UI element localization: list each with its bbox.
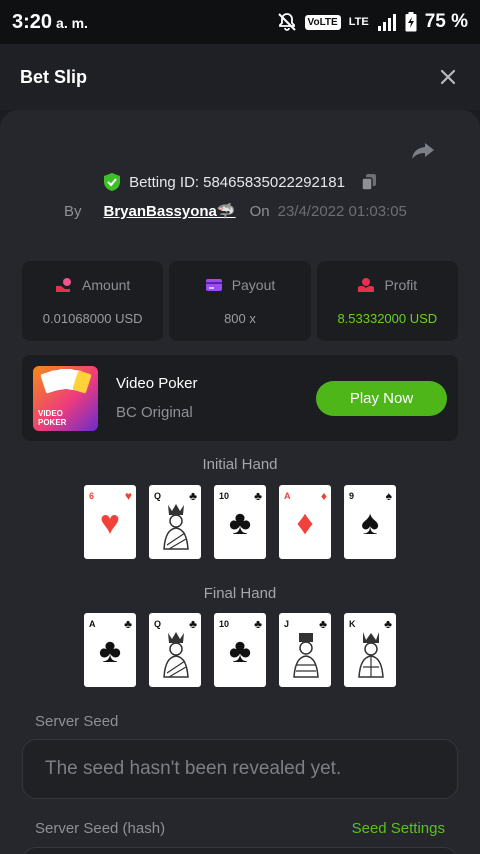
initial-card-1: 6 ♥ ♥ (84, 485, 136, 559)
svg-text:VIDEO: VIDEO (38, 409, 63, 418)
close-button[interactable] (436, 65, 460, 89)
play-now-button[interactable]: Play Now (316, 381, 447, 416)
username-link[interactable]: BryanBassyona🦈 (104, 202, 236, 220)
status-icons: VoLTE LTE 75 % (277, 11, 468, 33)
final-card-1: A ♣ ♣ (84, 613, 136, 687)
mute-notification-icon (277, 12, 297, 32)
server-seed-hash-field[interactable] (22, 847, 458, 854)
initial-card-2: Q ♣ (149, 485, 201, 559)
betting-id-value: 58465835022292181 (203, 173, 345, 191)
club-icon: ♣ (228, 504, 252, 542)
server-seed-field[interactable]: The seed hasn't been revealed yet. (22, 739, 458, 799)
initial-card-5: 9 ♠ ♠ (344, 485, 396, 559)
king-face-icon (358, 632, 384, 678)
server-seed-label: Server Seed (35, 713, 119, 730)
status-bar: 3:20 a. m. VoLTE LTE 75 % (0, 0, 480, 44)
share-button[interactable] (410, 138, 436, 164)
stat-profit-value: 8.53332000 USD (337, 311, 438, 326)
final-hand-label: Final Hand (203, 585, 277, 602)
share-icon (412, 143, 434, 159)
server-seed-hash-label: Server Seed (hash) (35, 820, 166, 837)
stat-amount-label: Amount (82, 277, 131, 293)
by-label: By (64, 202, 82, 220)
betting-id-label: Betting ID: (129, 173, 200, 191)
stat-amount: Amount 0.01068000 USD (22, 261, 164, 341)
initial-card-4: A ♦ ♦ (279, 485, 331, 559)
club-icon: ♣ (228, 632, 252, 670)
diamond-icon: ♦ (296, 504, 314, 542)
svg-text:POKER: POKER (38, 418, 67, 427)
stat-amount-value: 0.01068000 USD (42, 311, 143, 326)
final-card-4: J ♣ (279, 613, 331, 687)
betting-id-row: Betting ID: 58465835022292181 (0, 172, 480, 192)
wallet-card-icon (205, 279, 222, 291)
stat-profit-label: Profit (384, 277, 418, 293)
queen-face-icon (163, 504, 189, 550)
stat-payout-value: 800 x (224, 311, 256, 326)
battery-charging-icon (405, 12, 417, 32)
bet-date: 23/4/2022 01:03:05 (277, 202, 407, 220)
lte-icon: LTE (348, 16, 369, 28)
initial-hand: 6 ♥ ♥ Q ♣ 10 ♣ ♣ A ♦ ♦ 9 ♠ ♠ (84, 485, 396, 559)
bet-detail-panel: Betting ID: 58465835022292181 By BryanBa… (0, 110, 480, 854)
stat-payout-label: Payout (231, 277, 276, 293)
game-subtitle: BC Original (116, 404, 193, 421)
queen-face-icon (163, 632, 189, 678)
battery-percentage: 75 % (424, 11, 468, 32)
server-seed-value: The seed hasn't been revealed yet. (45, 758, 342, 779)
final-card-2: Q ♣ (149, 613, 201, 687)
club-icon: ♣ (98, 632, 122, 670)
spade-icon: ♠ (360, 504, 380, 542)
final-card-3: 10 ♣ ♣ (214, 613, 266, 687)
copy-icon (361, 174, 376, 191)
on-label: On (249, 202, 270, 220)
bet-author-row: By BryanBassyona🦈 On 23/4/2022 01:03:05 (64, 202, 407, 221)
bet-stats: Amount 0.01068000 USD Payout 800 x Profi… (22, 261, 458, 341)
initial-card-3: 10 ♣ ♣ (214, 485, 266, 559)
copy-button[interactable] (361, 173, 377, 191)
heart-icon: ♥ (99, 504, 121, 542)
signal-icon (377, 13, 397, 31)
bet-slip-header: Bet Slip (0, 44, 480, 110)
game-card: VIDEO POKER Video Poker BC Original Play… (22, 355, 458, 441)
initial-hand-label: Initial Hand (202, 456, 278, 473)
coins-hand-icon (56, 278, 72, 292)
jack-face-icon (293, 633, 319, 678)
status-time: 3:20 a. m. (12, 10, 88, 33)
volte-icon: VoLTE (304, 14, 341, 30)
verified-shield-icon (104, 173, 121, 191)
final-hand: A ♣ ♣ Q ♣ 10 ♣ ♣ J ♣ K ♣ (84, 613, 396, 687)
stat-profit: Profit 8.53332000 USD (316, 261, 458, 341)
page-title: Bet Slip (20, 66, 88, 87)
hand-money-icon (358, 278, 375, 292)
final-card-5: K ♣ (344, 613, 396, 687)
game-name: Video Poker (116, 375, 198, 392)
video-poker-thumbnail: VIDEO POKER (33, 366, 98, 431)
close-icon (440, 69, 456, 85)
stat-payout: Payout 800 x (169, 261, 311, 341)
seed-settings-link[interactable]: Seed Settings (352, 820, 445, 837)
